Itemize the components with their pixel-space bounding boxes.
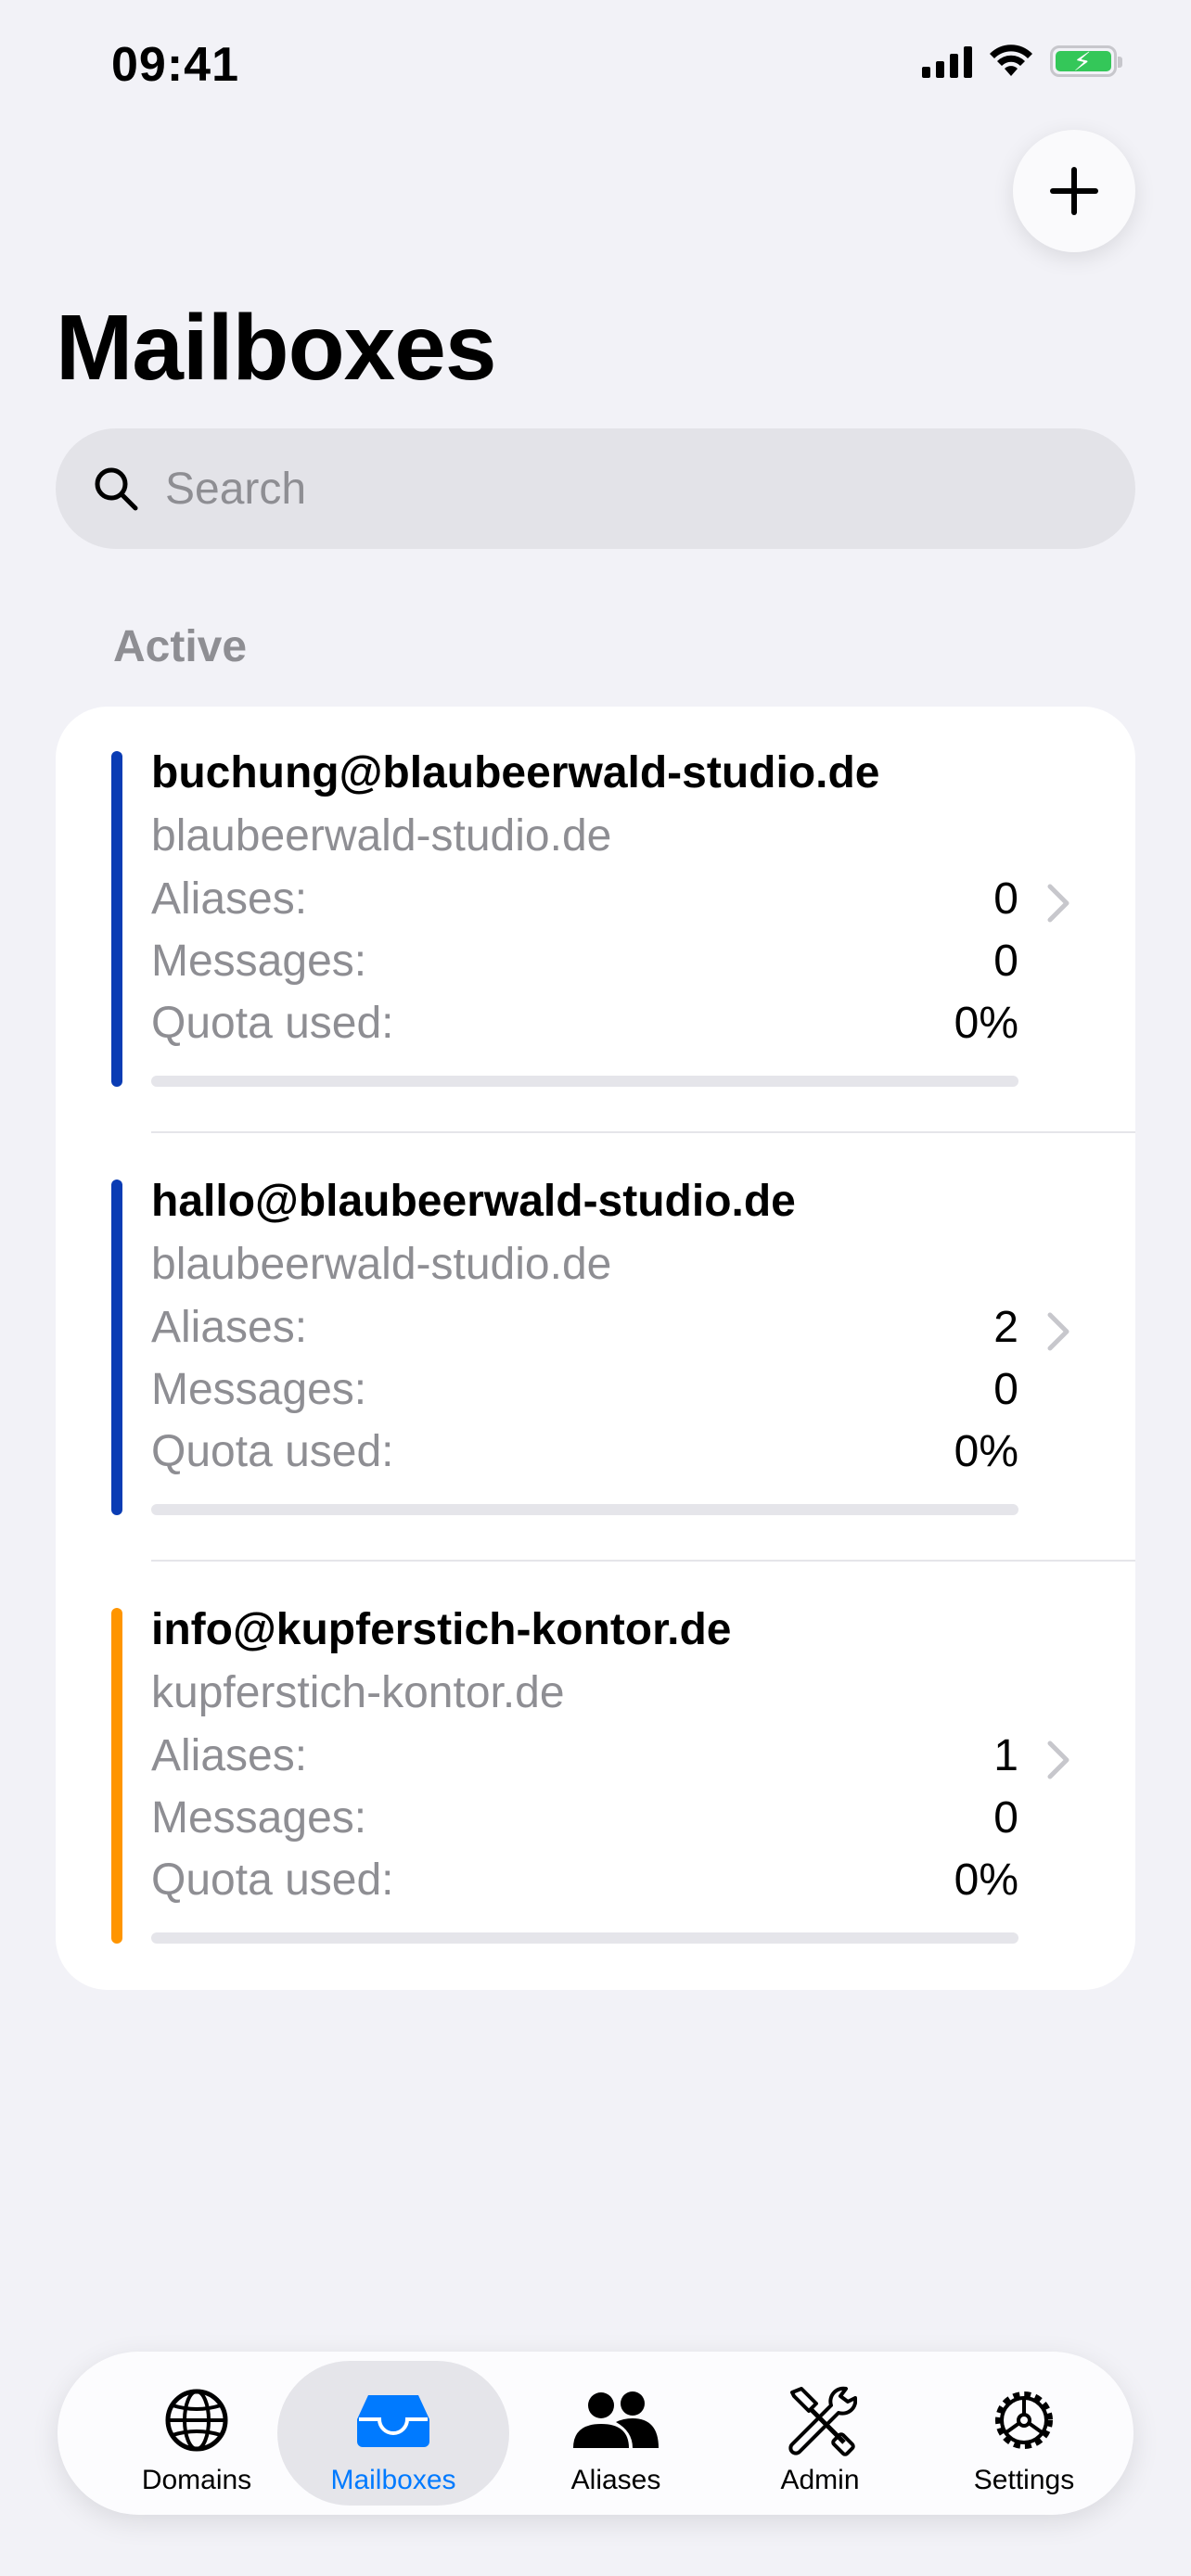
quota-value: 0%	[954, 1855, 1018, 1905]
mailbox-domain: blaubeerwald-studio.de	[151, 811, 612, 861]
tab-bar: Domains Mailboxes Aliases Admin Settings	[58, 2352, 1133, 2515]
aliases-row: Aliases: 2	[151, 1302, 1018, 1353]
mailbox-item[interactable]: buchung@blaubeerwald-studio.de blaubeerw…	[56, 707, 1135, 1135]
mailbox-list: buchung@blaubeerwald-studio.de blaubeerw…	[56, 707, 1135, 1990]
status-icons: ⚡	[922, 45, 1122, 78]
plus-icon	[1050, 167, 1098, 215]
chevron-right-icon	[1047, 1312, 1069, 1351]
divider	[151, 1560, 1135, 1562]
quota-progress-bar	[151, 1076, 1018, 1087]
quota-label: Quota used:	[151, 999, 394, 1048]
aliases-row: Aliases: 1	[151, 1730, 1018, 1781]
tab-label: Domains	[141, 2465, 252, 2495]
wifi-icon	[990, 45, 1032, 76]
mailbox-email: hallo@blaubeerwald-studio.de	[151, 1177, 796, 1226]
messages-row: Messages: 0	[151, 1364, 1018, 1415]
quota-label: Quota used:	[151, 1427, 394, 1476]
aliases-label: Aliases:	[151, 1731, 308, 1780]
quota-row: Quota used: 0%	[151, 1855, 1018, 1906]
chevron-right-icon	[1047, 884, 1069, 923]
quota-progress-bar	[151, 1504, 1018, 1515]
messages-label: Messages:	[151, 1365, 367, 1414]
add-mailbox-button[interactable]	[1013, 130, 1135, 252]
status-time: 09:41	[111, 38, 239, 92]
people-icon	[573, 2391, 659, 2448]
mailbox-domain: blaubeerwald-studio.de	[151, 1240, 612, 1289]
tab-admin[interactable]: Admin	[718, 2361, 922, 2506]
aliases-label: Aliases:	[151, 874, 308, 924]
tab-aliases[interactable]: Aliases	[514, 2361, 718, 2506]
messages-count: 0	[993, 1365, 1018, 1414]
aliases-count: 2	[993, 1303, 1018, 1352]
gear-icon	[995, 2391, 1053, 2449]
tab-mailboxes[interactable]: Mailboxes	[277, 2361, 509, 2506]
chevron-right-icon	[1047, 1741, 1069, 1779]
tab-label: Settings	[973, 2465, 1075, 2495]
page-title: Mailboxes	[56, 296, 496, 400]
aliases-label: Aliases:	[151, 1303, 308, 1352]
cellular-signal-icon	[922, 45, 972, 78]
quota-row: Quota used: 0%	[151, 998, 1018, 1049]
mailbox-email: info@kupferstich-kontor.de	[151, 1605, 732, 1654]
tab-domains[interactable]: Domains	[95, 2361, 299, 2506]
globe-icon	[165, 2389, 228, 2452]
domain-color-bar	[111, 1608, 122, 1944]
messages-row: Messages: 0	[151, 1792, 1018, 1843]
quota-row: Quota used: 0%	[151, 1426, 1018, 1477]
mailbox-email: buchung@blaubeerwald-studio.de	[151, 748, 880, 797]
battery-icon: ⚡	[1050, 45, 1122, 77]
quota-value: 0%	[954, 1427, 1018, 1476]
tab-label: Admin	[780, 2465, 860, 2495]
search-input[interactable]	[163, 462, 1002, 516]
wrench-screwdriver-icon	[788, 2386, 857, 2456]
search-bar[interactable]	[56, 428, 1135, 549]
tab-label: Aliases	[570, 2465, 661, 2495]
mailbox-domain: kupferstich-kontor.de	[151, 1668, 565, 1717]
domain-color-bar	[111, 1180, 122, 1515]
quota-progress-bar	[151, 1932, 1018, 1944]
quota-value: 0%	[954, 999, 1018, 1048]
quota-label: Quota used:	[151, 1855, 394, 1905]
aliases-row: Aliases: 0	[151, 874, 1018, 925]
divider	[151, 1131, 1135, 1133]
messages-count: 0	[993, 1793, 1018, 1843]
domain-color-bar	[111, 751, 122, 1087]
tab-settings[interactable]: Settings	[922, 2361, 1126, 2506]
aliases-count: 1	[993, 1731, 1018, 1780]
messages-label: Messages:	[151, 1793, 367, 1843]
section-title: Active	[113, 622, 248, 671]
tab-label: Mailboxes	[330, 2465, 456, 2495]
mailbox-item[interactable]: info@kupferstich-kontor.de kupferstich-k…	[56, 1563, 1135, 1990]
search-icon	[93, 465, 139, 512]
tray-icon	[357, 2395, 429, 2447]
messages-row: Messages: 0	[151, 936, 1018, 987]
messages-count: 0	[993, 937, 1018, 986]
messages-label: Messages:	[151, 937, 367, 986]
mailbox-item[interactable]: hallo@blaubeerwald-studio.de blaubeerwal…	[56, 1135, 1135, 1563]
aliases-count: 0	[993, 874, 1018, 924]
